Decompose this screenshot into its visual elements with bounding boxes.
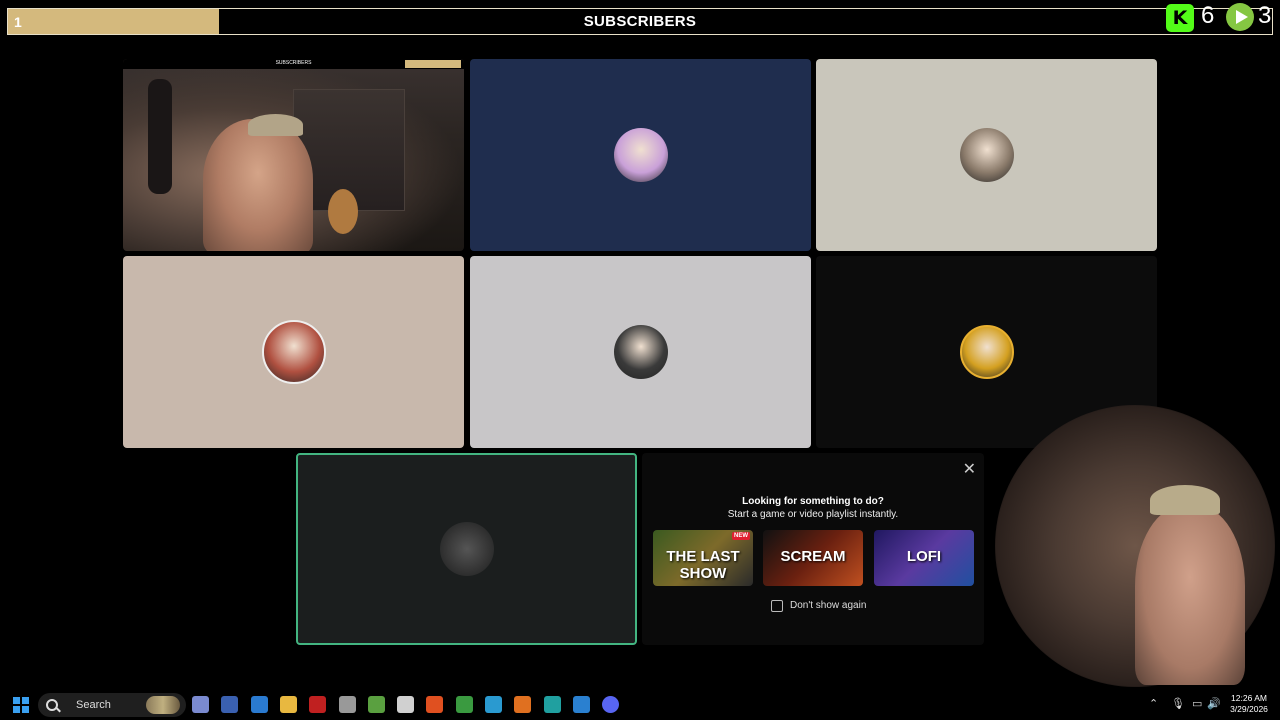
r-icon[interactable]	[250, 696, 268, 713]
participant-tile-4[interactable]	[123, 256, 464, 448]
participant-avatar	[613, 325, 668, 379]
activity-card-label: LOFI	[906, 548, 942, 565]
self-avatar	[439, 522, 494, 576]
taskbar-clock[interactable]: 12:26 AM 3/29/2026	[1221, 693, 1277, 715]
streamer-person	[1135, 505, 1245, 685]
arduino-icon[interactable]	[543, 696, 561, 713]
person-video	[203, 119, 313, 251]
discord-icon[interactable]	[602, 696, 620, 713]
windows-taskbar: Search ⌃ 🎙 ▭ 🔊 12:26 AM 3/29/2026	[0, 689, 1280, 720]
cap	[248, 114, 303, 136]
search-icon	[46, 699, 58, 711]
streamer-webcam-overlay	[995, 405, 1275, 687]
activity-subtitle: Start a game or video playlist instantly…	[727, 509, 899, 520]
activity-card-scream[interactable]: SCREAM	[763, 530, 863, 586]
close-icon[interactable]: ✕	[963, 459, 976, 479]
clock-date: 3/29/2026	[1230, 704, 1268, 714]
windows-start-icon[interactable]	[13, 697, 29, 713]
participant-tile-camera[interactable]: SUBSCRIBERS	[123, 59, 464, 251]
refresh-app-icon[interactable]	[338, 696, 356, 713]
phone-link-icon[interactable]	[221, 696, 239, 713]
participant-avatar	[959, 325, 1014, 379]
search-highlight-image	[146, 696, 180, 714]
participant-avatar	[261, 320, 326, 384]
participant-avatar	[613, 128, 668, 182]
microphone-icon[interactable]: 🎙	[1171, 697, 1185, 710]
network-icon[interactable]: ▭	[1192, 697, 1202, 710]
new-badge: NEW	[732, 532, 750, 540]
tray-chevron-icon[interactable]: ⌃	[1149, 697, 1158, 710]
kick-icon	[1166, 4, 1194, 32]
mirrored-title: SUBSCRIBERS	[275, 60, 312, 66]
activity-card-lofi[interactable]: LOFI	[874, 530, 974, 586]
guitar	[328, 189, 358, 234]
obs-icon[interactable]	[397, 696, 415, 713]
mirrored-overlay: SUBSCRIBERS	[123, 59, 464, 69]
activity-suggestion-panel: ✕ Looking for something to do? Start a g…	[642, 453, 984, 645]
participant-tile-2[interactable]	[470, 59, 811, 251]
kick-viewer-count: 6	[1201, 2, 1215, 29]
copilot-icon[interactable]	[192, 696, 209, 713]
activity-card-label: SCREAM	[780, 548, 846, 565]
participant-avatar	[959, 128, 1014, 182]
activity-question: Looking for something to do?	[742, 496, 884, 507]
dont-show-again-label[interactable]: Don't show again	[790, 600, 866, 611]
participant-tile-3[interactable]	[816, 59, 1157, 251]
self-video-tile[interactable]	[296, 453, 637, 645]
rumble-icon	[1226, 3, 1254, 31]
vscode-icon[interactable]	[572, 696, 590, 713]
clock-time: 12:26 AM	[1231, 693, 1267, 703]
activity-card-label: THE LAST SHOW	[666, 548, 740, 582]
chrome-icon[interactable]	[455, 696, 473, 713]
volume-icon[interactable]: 🔊	[1207, 697, 1221, 710]
punching-bag	[148, 79, 172, 194]
subscriber-goal-bar: 1 SUBSCRIBERS	[7, 8, 1273, 35]
firefox-icon[interactable]	[514, 696, 532, 713]
dont-show-again-checkbox[interactable]	[771, 600, 783, 612]
edge-icon[interactable]	[485, 696, 502, 713]
file-explorer-icon[interactable]	[279, 696, 297, 713]
brave-icon[interactable]	[426, 696, 444, 713]
rumble-viewer-count: 3	[1258, 2, 1272, 29]
participant-tile-5[interactable]	[470, 256, 811, 448]
streamer-cap	[1150, 485, 1220, 515]
search-label: Search	[76, 699, 111, 711]
activity-card-last-show[interactable]: THE LAST SHOW NEW	[653, 530, 753, 586]
watch-app-icon[interactable]	[309, 696, 327, 713]
goal-title: SUBSCRIBERS	[583, 13, 697, 30]
shield-app-icon[interactable]	[367, 696, 385, 713]
taskbar-search[interactable]: Search	[38, 693, 186, 717]
